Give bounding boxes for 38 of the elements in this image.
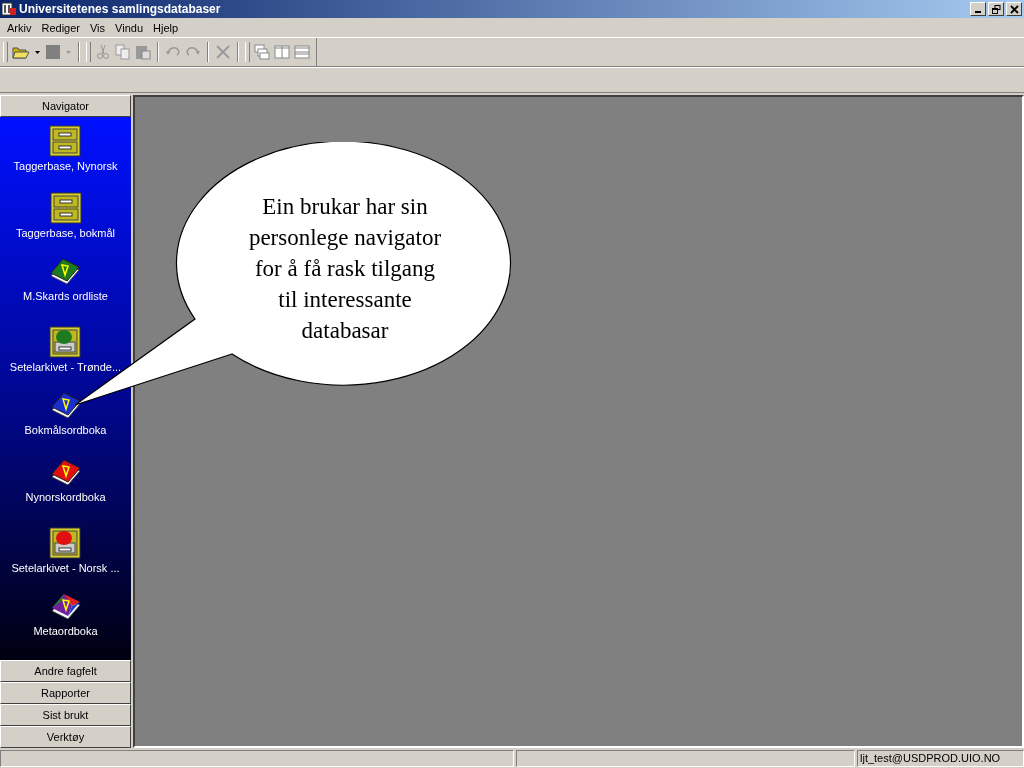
section-button[interactable]: Rapporter: [0, 682, 131, 704]
navigator-header[interactable]: Navigator: [0, 95, 131, 117]
file-drawer-icon[interactable]: [49, 326, 82, 358]
file-cabinet-icon[interactable]: [49, 125, 82, 157]
navigator-item-label[interactable]: M.Skards ordliste: [23, 290, 108, 302]
navigator-item-label[interactable]: Nynorskordboka: [25, 491, 106, 503]
navigator-item-label[interactable]: Setelarkivet - Norsk ...: [11, 562, 120, 574]
file-cabinet-icon[interactable]: [49, 192, 82, 224]
callout-text: Ein brukar har sin personlege navigator for å få rask tilgang til interessante databasar: [247, 193, 443, 345]
navigator-item-label[interactable]: Taggerbase, bokmål: [15, 227, 116, 239]
restore-icon: [991, 4, 1001, 14]
open-folder-icon[interactable]: [12, 44, 30, 60]
menu-item[interactable]: Vindu: [110, 21, 148, 34]
close-icon: [1009, 4, 1019, 14]
status-user: ljt_test@USDPROD.UIO.NO: [857, 750, 1024, 767]
navigator-item-label[interactable]: Metaordboka: [33, 625, 98, 637]
tile-horizontal-icon[interactable]: [294, 44, 310, 60]
book-icon[interactable]: [49, 460, 82, 488]
section-button[interactable]: Andre fagfelt: [0, 660, 131, 682]
tile-vertical-icon[interactable]: [274, 44, 290, 60]
file-drawer-icon[interactable]: [49, 527, 82, 559]
navigator-item-label[interactable]: Setelarkivet - Trønde...: [9, 361, 122, 373]
book-icon[interactable]: [49, 393, 82, 421]
restore-button[interactable]: [988, 2, 1004, 16]
navigator-item-label[interactable]: Taggerbase, Nynorsk: [13, 160, 118, 172]
book-icon[interactable]: [49, 594, 82, 622]
app-icon: [2, 2, 16, 16]
minimize-button[interactable]: [970, 2, 986, 16]
menu-item[interactable]: Vis: [85, 21, 111, 34]
menu-item[interactable]: Rediger: [36, 21, 85, 34]
section-button[interactable]: Sist brukt: [0, 704, 131, 726]
book-icon[interactable]: [49, 259, 82, 287]
window-title: Universitetenes samlingsdatabaser: [19, 2, 222, 16]
section-button[interactable]: Verktøy: [0, 726, 131, 748]
navigator-item-label[interactable]: Bokmålsordboka: [24, 424, 107, 436]
close-button[interactable]: [1006, 2, 1022, 16]
menu-item[interactable]: Hjelp: [148, 21, 184, 34]
menu-item[interactable]: Arkiv: [2, 21, 37, 34]
